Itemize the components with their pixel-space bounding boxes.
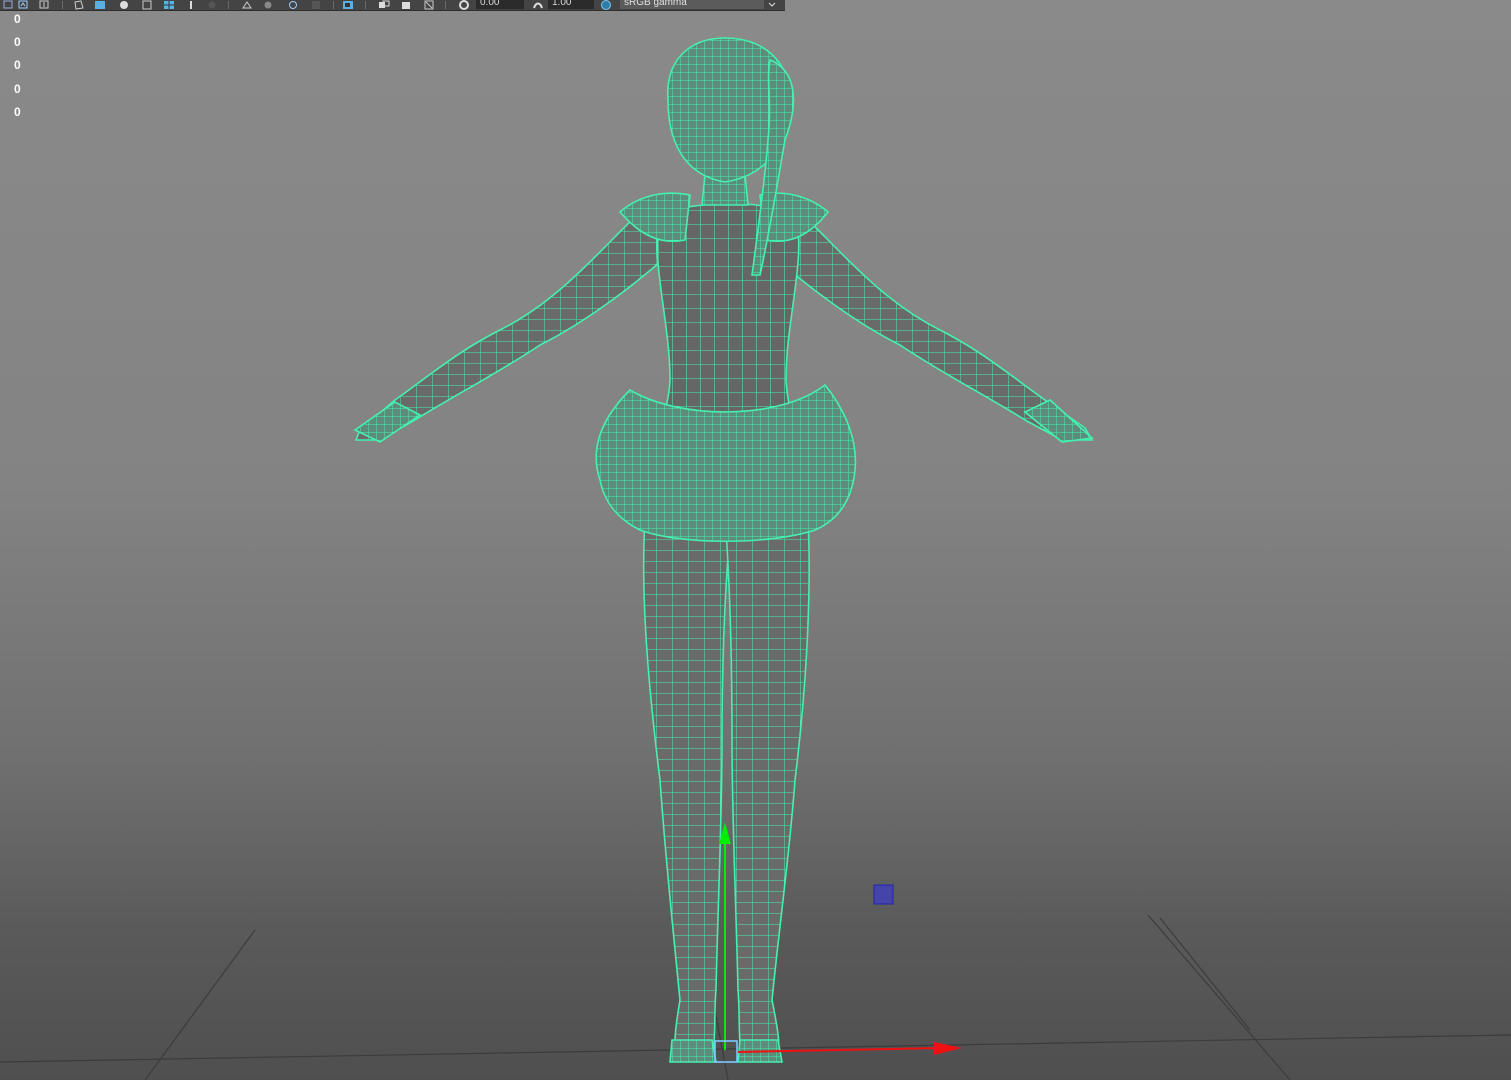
dropdown-arrow-icon[interactable] [766, 0, 778, 10]
hud-value: 0 [14, 82, 21, 96]
bookmark-icon[interactable] [38, 0, 50, 10]
color-management-icon[interactable] [600, 0, 612, 10]
toolbar-separator [228, 1, 229, 9]
right-hand [1023, 399, 1094, 443]
gamma-field[interactable]: 1.00 [548, 0, 594, 9]
hud-value: 0 [14, 35, 21, 49]
toolbar-separator [365, 1, 366, 9]
depth-of-field-icon[interactable] [400, 0, 412, 10]
shadows-icon[interactable] [287, 0, 299, 10]
smooth-shade-icon[interactable] [185, 0, 197, 10]
motion-blur-icon[interactable] [342, 0, 354, 10]
viewport-toolbar: 0.00 1.00 sRGB gamma [0, 0, 785, 11]
use-all-lights-icon[interactable] [262, 0, 274, 10]
color-space-select[interactable]: sRGB gamma [620, 0, 764, 9]
default-lighting-icon[interactable] [206, 0, 218, 10]
textured-icon[interactable] [241, 0, 253, 10]
x-axis-arrow-icon [934, 1042, 962, 1055]
right-leg [725, 519, 810, 1061]
toolbar-separator [62, 1, 63, 9]
camera-select-icon[interactable] [2, 0, 14, 10]
hud-value: 0 [14, 58, 21, 72]
camera-attributes-icon[interactable] [17, 0, 29, 10]
toolbar-separator [333, 1, 334, 9]
exposure-icon[interactable] [458, 0, 470, 10]
screen-space-ao-icon[interactable] [310, 0, 322, 10]
gamma-icon[interactable] [532, 0, 544, 10]
toolbar-separator [445, 1, 446, 9]
exposure-field[interactable]: 0.00 [476, 0, 524, 9]
resolution-gate-icon[interactable] [141, 0, 153, 10]
character-mesh[interactable] [0, 0, 1511, 1080]
grid-icon[interactable] [94, 0, 106, 10]
wireframe-icon[interactable] [163, 0, 175, 10]
film-gate-icon[interactable] [118, 0, 130, 10]
left-leg [642, 519, 731, 1061]
light-marker[interactable] [873, 884, 894, 905]
hud-value: 0 [14, 105, 21, 119]
image-plane-icon[interactable] [73, 0, 85, 10]
hud-value: 0 [14, 12, 21, 26]
anti-aliasing-icon[interactable] [378, 0, 390, 10]
isolate-select-icon[interactable] [423, 0, 435, 10]
left-foot [669, 1039, 717, 1063]
viewport-panel[interactable]: 0 0 0 0 0 0.00 1.00 sRGB gamma [0, 0, 1511, 1080]
